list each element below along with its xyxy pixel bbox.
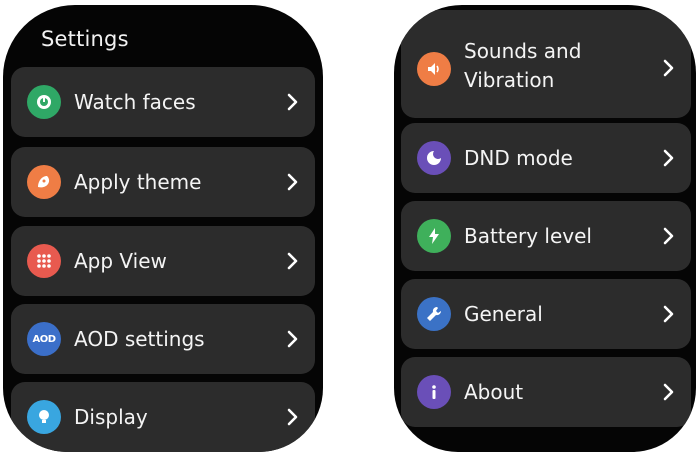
- display-bulb-icon: [27, 400, 61, 434]
- settings-item-sounds-and-vibration[interactable]: Sounds and Vibration: [401, 10, 691, 118]
- settings-item-label: Watch faces: [74, 90, 196, 114]
- chevron-right-icon: [663, 149, 674, 167]
- chevron-right-icon: [287, 330, 298, 348]
- info-icon: [417, 375, 451, 409]
- settings-item-label: Sounds and Vibration: [464, 39, 582, 92]
- chevron-right-icon: [287, 252, 298, 270]
- settings-item-general[interactable]: General: [401, 279, 691, 349]
- settings-item-display[interactable]: Display: [11, 382, 315, 452]
- settings-item-app-view[interactable]: App View: [11, 226, 315, 296]
- settings-item-about[interactable]: About: [401, 357, 691, 427]
- chevron-right-icon: [663, 227, 674, 245]
- settings-item-label: Display: [74, 405, 148, 429]
- settings-item-watch-faces[interactable]: Watch faces: [11, 67, 315, 137]
- page-title: Settings: [41, 27, 129, 51]
- settings-item-battery-level[interactable]: Battery level: [401, 201, 691, 271]
- settings-item-label: App View: [74, 249, 167, 273]
- chevron-right-icon: [663, 59, 674, 77]
- settings-item-aod-settings[interactable]: AOD AOD settings: [11, 304, 315, 374]
- screenshot-stage: Settings Watch faces Apply theme App Vie…: [0, 0, 696, 452]
- chevron-right-icon: [663, 305, 674, 323]
- chevron-right-icon: [287, 93, 298, 111]
- settings-item-label: DND mode: [464, 146, 573, 170]
- theme-icon: [27, 165, 61, 199]
- settings-item-label: About: [464, 380, 524, 404]
- settings-item-label: AOD settings: [74, 327, 205, 351]
- battery-bolt-icon: [417, 219, 451, 253]
- watch-screen-settings: Settings Watch faces Apply theme App Vie…: [3, 5, 323, 452]
- app-grid-icon: [27, 244, 61, 278]
- watch-screen-settings-continued: Sounds and Vibration DND mode Battery le…: [394, 5, 696, 452]
- aod-icon-text: AOD: [32, 333, 56, 345]
- settings-item-label: General: [464, 302, 543, 326]
- settings-item-dnd-mode[interactable]: DND mode: [401, 123, 691, 193]
- chevron-right-icon: [287, 408, 298, 426]
- sound-icon: [417, 52, 451, 86]
- watch-faces-icon: [27, 85, 61, 119]
- chevron-right-icon: [287, 173, 298, 191]
- moon-icon: [417, 141, 451, 175]
- settings-item-label: Apply theme: [74, 170, 202, 194]
- chevron-right-icon: [663, 383, 674, 401]
- wrench-icon: [417, 297, 451, 331]
- settings-item-label: Battery level: [464, 224, 592, 248]
- settings-item-apply-theme[interactable]: Apply theme: [11, 147, 315, 217]
- aod-icon: AOD: [27, 322, 61, 356]
